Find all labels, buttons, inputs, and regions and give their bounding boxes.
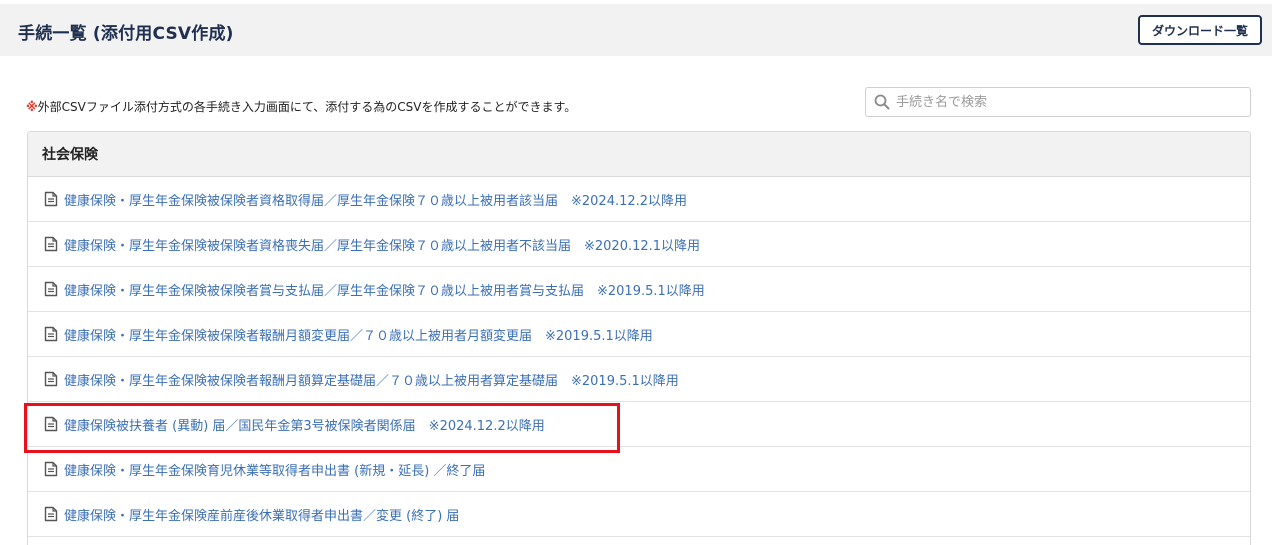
page: 手続一覧 (添付用CSV作成) ダウンロード一覧 ※外部CSVファイル添付方式の… (0, 0, 1280, 545)
procedure-item[interactable]: 健康保険被扶養者 (異動) 届／国民年金第3号被保険者関係届 ※2024.12.… (28, 402, 1250, 447)
document-icon (44, 326, 58, 342)
document-icon (44, 191, 58, 207)
procedure-link[interactable]: 健康保険・厚生年金保険産前産後休業取得者申出書／変更 (終了) 届 (64, 505, 459, 524)
document-icon (44, 371, 58, 387)
procedure-item[interactable]: 健康保険・厚生年金保険被保険者賞与支払届／厚生年金保険７０歳以上被用者賞与支払届… (28, 267, 1250, 312)
procedure-item[interactable]: 健康保険・厚生年金保険被保険者資格取得届／厚生年金保険７０歳以上被用者該当届 ※… (28, 177, 1250, 222)
document-icon (44, 416, 58, 432)
search-box[interactable] (865, 87, 1251, 117)
procedure-link[interactable]: 健康保険・厚生年金保険被保険者資格取得届／厚生年金保険７０歳以上被用者該当届 ※… (64, 190, 687, 209)
document-icon (44, 281, 58, 297)
procedure-item[interactable]: 健康保険・厚生年金保険育児休業等取得者申出書 (新規・延長) ／終了届 (28, 447, 1250, 492)
download-list-button[interactable]: ダウンロード一覧 (1137, 15, 1262, 45)
procedure-link[interactable]: 健康保険・厚生年金保険被保険者資格喪失届／厚生年金保険７０歳以上被用者不該当届 … (64, 235, 700, 254)
document-icon (44, 506, 58, 522)
notice-mark: ※ (26, 100, 38, 114)
page-header: 手続一覧 (添付用CSV作成) ダウンロード一覧 (0, 4, 1272, 56)
search-input[interactable] (896, 90, 1236, 114)
section-title: 社会保険 (28, 132, 1250, 177)
procedure-item[interactable]: 健康保険・厚生年金保険被保険者資格喪失届／厚生年金保険７０歳以上被用者不該当届 … (28, 222, 1250, 267)
procedure-item[interactable]: 健康保険・厚生年金保険被保険者報酬月額算定基礎届／７０歳以上被用者算定基礎届 ※… (28, 357, 1250, 402)
procedure-link[interactable]: 健康保険被扶養者 (異動) 届／国民年金第3号被保険者関係届 ※2024.12.… (64, 415, 545, 434)
procedure-link[interactable]: 健康保険・厚生年金保険被保険者賞与支払届／厚生年金保険７０歳以上被用者賞与支払届… (64, 280, 705, 299)
page-title: 手続一覧 (添付用CSV作成) (18, 24, 234, 44)
procedure-list: 健康保険・厚生年金保険被保険者資格取得届／厚生年金保険７０歳以上被用者該当届 ※… (28, 177, 1250, 537)
search-icon (874, 94, 890, 110)
procedure-link[interactable]: 健康保険・厚生年金保険被保険者報酬月額変更届／７０歳以上被用者月額変更届 ※20… (64, 325, 653, 344)
document-icon (44, 236, 58, 252)
document-icon (44, 461, 58, 477)
notice-text: ※外部CSVファイル添付方式の各手続き入力画面にて、添付する為のCSVを作成する… (26, 98, 576, 115)
procedure-link[interactable]: 健康保険・厚生年金保険育児休業等取得者申出書 (新規・延長) ／終了届 (64, 460, 485, 479)
procedure-item[interactable]: 健康保険・厚生年金保険産前産後休業取得者申出書／変更 (終了) 届 (28, 492, 1250, 537)
procedure-item[interactable]: 健康保険・厚生年金保険被保険者報酬月額変更届／７０歳以上被用者月額変更届 ※20… (28, 312, 1250, 357)
notice-message: 外部CSVファイル添付方式の各手続き入力画面にて、添付する為のCSVを作成するこ… (37, 100, 577, 114)
procedure-link[interactable]: 健康保険・厚生年金保険被保険者報酬月額算定基礎届／７０歳以上被用者算定基礎届 ※… (64, 370, 679, 389)
procedure-panel: 社会保険 健康保険・厚生年金保険被保険者資格取得届／厚生年金保険７０歳以上被用者… (27, 131, 1251, 545)
